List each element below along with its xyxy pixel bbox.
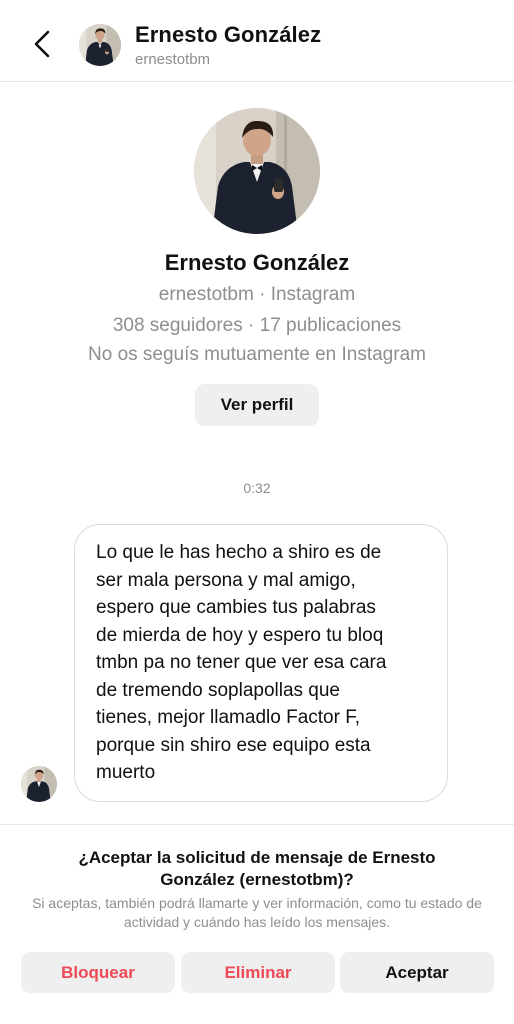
profile-source-line: ernestotbm · Instagram xyxy=(158,284,356,305)
header-username: ernestotbm xyxy=(135,51,211,68)
header-display-name[interactable]: Ernesto González xyxy=(135,22,321,48)
profile-relationship-line: No os seguís mutuamente en Instagram xyxy=(88,344,426,365)
message-bubble[interactable]: Lo que le has hecho a shiro es de ser ma… xyxy=(74,524,448,802)
accept-button[interactable]: Aceptar xyxy=(340,952,494,993)
request-description: Si aceptas, también podrá llamarte y ver… xyxy=(32,895,482,930)
profile-avatar[interactable] xyxy=(194,108,320,234)
view-profile-button[interactable]: Ver perfil xyxy=(195,384,319,426)
message-request-panel: ¿Aceptar la solicitud de mensaje de Erne… xyxy=(0,824,514,1024)
profile-stats-line: 308 seguidores · 17 publicaciones xyxy=(112,315,402,336)
chevron-left-icon xyxy=(34,30,50,58)
header-avatar[interactable] xyxy=(79,24,121,66)
back-button[interactable] xyxy=(22,24,62,64)
request-title: ¿Aceptar la solicitud de mensaje de Erne… xyxy=(78,848,436,889)
message-text: Lo que le has hecho a shiro es de ser ma… xyxy=(96,542,387,783)
message-timestamp: 0:32 xyxy=(243,480,271,496)
profile-display-name: Ernesto González xyxy=(164,250,350,275)
block-button[interactable]: Bloquear xyxy=(21,952,175,993)
conversation-header: Ernesto González ernestotbm xyxy=(0,0,514,82)
sender-avatar[interactable] xyxy=(21,766,57,802)
delete-button[interactable]: Eliminar xyxy=(181,952,335,993)
